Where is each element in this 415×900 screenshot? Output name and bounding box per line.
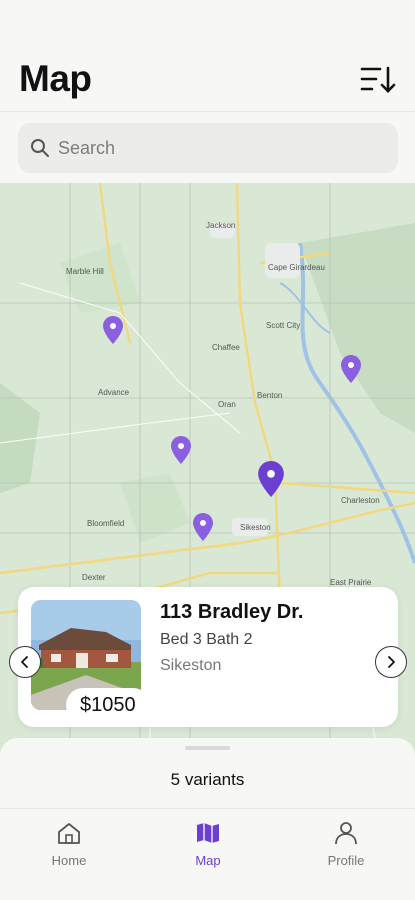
- tab-profile-label: Profile: [327, 853, 365, 868]
- map-label-cape-girardeau: Cape Girardeau: [268, 263, 325, 272]
- map-icon: [197, 823, 219, 843]
- map-label-oran: Oran: [218, 400, 236, 409]
- listing-address: 113 Bradley Dr.: [160, 601, 304, 623]
- map-pin[interactable]: [193, 513, 213, 541]
- search-icon: [31, 139, 49, 157]
- map-label-chaffee: Chaffee: [212, 343, 240, 352]
- map-pin[interactable]: [103, 316, 123, 344]
- map-label-dexter: Dexter: [82, 573, 106, 582]
- person-icon: [335, 822, 357, 845]
- map-pin[interactable]: [171, 436, 191, 464]
- sort-button[interactable]: [360, 64, 396, 96]
- map-label-scott-city: Scott City: [266, 321, 301, 330]
- previous-listing-button[interactable]: [9, 646, 41, 678]
- tab-home-label: Home: [51, 853, 87, 868]
- map-label-jackson: Jackson: [206, 221, 236, 230]
- map-label-charleston: Charleston: [341, 496, 380, 505]
- bottom-sheet[interactable]: 5 variants: [0, 738, 415, 810]
- variants-count: 5 variants: [170, 770, 245, 789]
- chevron-right-icon: [388, 656, 395, 668]
- chevron-left-icon: [21, 656, 28, 668]
- listing-city: Sikeston: [160, 657, 222, 674]
- map-label-sikeston: Sikeston: [240, 523, 271, 532]
- search-bar[interactable]: [18, 123, 398, 173]
- tab-map-label: Map: [195, 853, 221, 868]
- home-icon: [58, 823, 80, 844]
- tab-profile[interactable]: Profile: [296, 821, 396, 881]
- listing-card[interactable]: $1050 113 Bradley Dr. Bed 3 Bath 2 Sikes…: [18, 587, 398, 727]
- listing-details: Bed 3 Bath 2: [160, 631, 253, 648]
- price-badge: $1050: [66, 688, 150, 722]
- map-label-benton: Benton: [257, 391, 283, 400]
- next-listing-button[interactable]: [375, 646, 407, 678]
- tab-bar: Home Map Profile: [0, 808, 415, 900]
- sort-descending-icon: [360, 66, 396, 93]
- page-title: Map: [19, 58, 92, 99]
- sheet-grabber[interactable]: [185, 746, 230, 750]
- tab-home[interactable]: Home: [19, 821, 119, 881]
- map-label-bloomfield: Bloomfield: [87, 519, 125, 528]
- map-label-advance: Advance: [98, 388, 130, 397]
- map-label-marble-hill: Marble Hill: [66, 267, 104, 276]
- tab-map[interactable]: Map: [158, 821, 258, 881]
- header: Map: [0, 0, 415, 112]
- map-pin[interactable]: [341, 355, 361, 383]
- search-input[interactable]: [58, 123, 388, 173]
- map-label-east-prairie: East Prairie: [330, 578, 372, 587]
- map-pin-selected[interactable]: [258, 461, 284, 497]
